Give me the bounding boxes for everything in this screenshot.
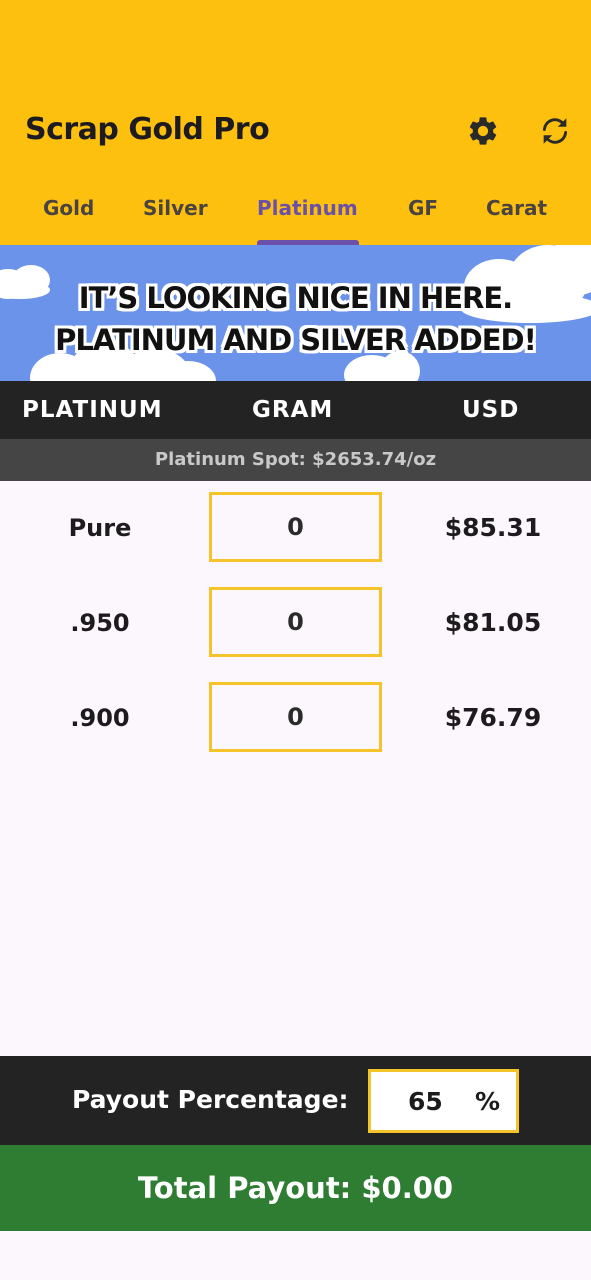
percent-sign: % xyxy=(475,1087,501,1116)
purity-label-pure: Pure xyxy=(68,514,132,542)
grams-input-950[interactable] xyxy=(209,587,382,657)
payout-bar: Payout Percentage: 65 % xyxy=(0,1056,591,1145)
app-title: Scrap Gold Pro xyxy=(25,112,270,147)
app-bar: Scrap Gold Pro Gold Silver Platinum GF C… xyxy=(0,0,591,245)
total-payout: Total Payout: $0.00 xyxy=(0,1145,591,1231)
banner-headline: IT’S LOOKING NICE IN HERE. PLATINUM AND … xyxy=(0,277,591,361)
payout-value[interactable]: 65 xyxy=(408,1087,443,1116)
gear-icon[interactable] xyxy=(466,114,500,148)
announcement-banner[interactable]: IT’S LOOKING NICE IN HERE. PLATINUM AND … xyxy=(0,245,591,381)
spot-price: Platinum Spot: $2653.74/oz xyxy=(0,439,591,481)
usd-value-900: $76.79 xyxy=(444,703,542,732)
banner-line-2: PLATINUM AND SILVER ADDED! xyxy=(55,323,537,357)
grams-input-900[interactable] xyxy=(209,682,382,752)
column-gram: GRAM xyxy=(252,397,334,423)
tab-platinum[interactable]: Platinum xyxy=(257,196,358,220)
column-metal: PLATINUM xyxy=(22,397,163,423)
column-header: PLATINUM GRAM USD xyxy=(0,381,591,439)
usd-value-950: $81.05 xyxy=(444,608,542,637)
bottom-spacer xyxy=(0,1231,591,1280)
payout-label: Payout Percentage: xyxy=(72,1085,349,1114)
tab-gf[interactable]: GF xyxy=(408,196,438,220)
usd-value-pure: $85.31 xyxy=(444,513,542,542)
tab-carat[interactable]: Carat xyxy=(486,196,547,220)
purity-label-900: .900 xyxy=(70,704,130,732)
tab-silver[interactable]: Silver xyxy=(143,196,208,220)
refresh-icon[interactable] xyxy=(538,114,572,148)
purity-label-950: .950 xyxy=(70,609,130,637)
grams-input-pure[interactable] xyxy=(209,492,382,562)
payout-percentage-input[interactable]: 65 % xyxy=(368,1069,519,1133)
column-usd: USD xyxy=(462,397,520,423)
banner-line-1: IT’S LOOKING NICE IN HERE. xyxy=(78,281,513,315)
tab-gold[interactable]: Gold xyxy=(43,196,94,220)
